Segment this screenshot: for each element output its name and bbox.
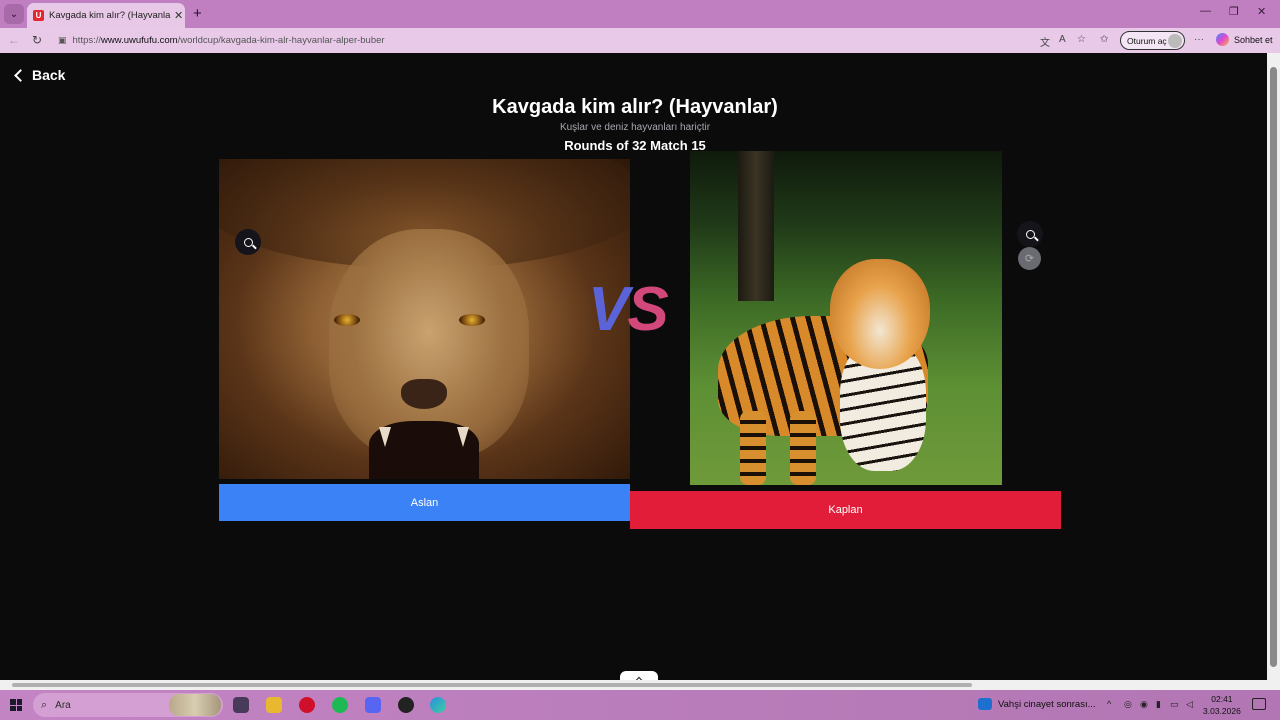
- lion-image[interactable]: [219, 159, 630, 479]
- spotify-icon[interactable]: [332, 697, 348, 713]
- lion-eye-right: [459, 314, 485, 326]
- notification-icon[interactable]: [1252, 698, 1266, 710]
- tiger-image[interactable]: [690, 151, 1002, 485]
- sign-in-label: Oturum aç: [1127, 35, 1167, 46]
- sign-in-button[interactable]: Oturum aç: [1120, 31, 1185, 50]
- favorites-icon[interactable]: ✩: [1100, 34, 1108, 45]
- tree-trunk: [738, 151, 774, 301]
- chevron-left-icon: [14, 68, 27, 82]
- back-label: Back: [32, 67, 66, 83]
- url-field[interactable]: ▣ https://www.uwufufu.com/worldcup/kavga…: [52, 31, 1112, 50]
- more-options-icon[interactable]: ···: [1194, 34, 1204, 45]
- url-host: www.uwufufu.com: [101, 35, 178, 46]
- horizontal-scroll-thumb[interactable]: [12, 683, 972, 687]
- network-icon[interactable]: ▭: [1170, 699, 1179, 710]
- tray-app-icon[interactable]: ◎: [1124, 699, 1132, 710]
- tab-bar: ⌄ U Kavgada kim alır? (Hayvanlar) | Uw ✕…: [0, 0, 1280, 28]
- news-widget[interactable]: Vahşi cinayet sonrası...: [978, 698, 1096, 710]
- minimize-icon[interactable]: —: [1200, 5, 1211, 17]
- discord-icon[interactable]: [365, 697, 381, 713]
- tray-chevron-icon[interactable]: ^: [1107, 699, 1111, 709]
- avatar-icon: [1168, 34, 1182, 48]
- zoom-left-icon[interactable]: [235, 229, 261, 255]
- refresh-icon[interactable]: ⟳: [1018, 247, 1041, 270]
- vertical-scrollbar[interactable]: [1267, 53, 1280, 685]
- tab-actions-menu-icon[interactable]: ⌄: [4, 4, 24, 24]
- tab-title: Kavgada kim alır? (Hayvanlar) | Uw: [49, 10, 171, 21]
- tab-close-icon[interactable]: ✕: [174, 9, 183, 22]
- copilot-label: Sohbet et: [1234, 34, 1273, 45]
- lion-fang-right: [457, 427, 469, 447]
- news-icon: [978, 698, 992, 710]
- vs-letter-v: V: [588, 275, 629, 344]
- reload-icon[interactable]: ↻: [32, 33, 42, 47]
- copilot-icon: [1216, 33, 1229, 46]
- page-content: Back Kavgada kim alır? (Hayvanlar) Kuşla…: [0, 53, 1267, 685]
- address-bar-row: ← ↻ ▣ https://www.uwufufu.com/worldcup/k…: [0, 28, 1280, 53]
- lion-fang-left: [379, 427, 391, 447]
- zoom-right-icon[interactable]: [1017, 221, 1043, 247]
- new-tab-icon[interactable]: +: [193, 5, 202, 22]
- url-path: /worldcup/kavgada-kim-alr-hayvanlar-alpe…: [177, 35, 385, 46]
- back-nav-icon[interactable]: ←: [8, 33, 20, 47]
- microphone-icon[interactable]: ▮: [1156, 699, 1161, 710]
- search-icon: ⌕: [41, 698, 48, 711]
- back-button[interactable]: Back: [14, 67, 66, 83]
- opera-icon[interactable]: [299, 697, 315, 713]
- tiger-leg: [740, 411, 766, 485]
- file-explorer-icon[interactable]: [266, 697, 282, 713]
- choose-right-button[interactable]: Kaplan: [630, 491, 1061, 529]
- obs-icon[interactable]: [398, 697, 414, 713]
- vertical-scroll-thumb[interactable]: [1270, 67, 1277, 667]
- start-icon[interactable]: [10, 699, 22, 711]
- favorite-star-icon[interactable]: ☆: [1077, 34, 1086, 45]
- browser-tab-active[interactable]: U Kavgada kim alır? (Hayvanlar) | Uw ✕: [27, 3, 185, 28]
- volume-icon[interactable]: ◁: [1186, 699, 1193, 710]
- task-view-icon[interactable]: [233, 697, 249, 713]
- site-info-icon[interactable]: ▣: [58, 35, 67, 46]
- choose-left-button[interactable]: Aslan: [219, 484, 630, 521]
- window-close-icon[interactable]: ✕: [1257, 5, 1266, 18]
- versus-label: VS: [588, 279, 669, 341]
- tray-app-icon[interactable]: ◉: [1140, 699, 1148, 710]
- clock[interactable]: 02:41 3.03.2026: [1203, 693, 1241, 717]
- round-info: Rounds of 32 Match 15: [564, 138, 706, 153]
- search-highlight-image: [169, 694, 221, 716]
- edge-icon[interactable]: [430, 697, 446, 713]
- clock-time: 02:41: [1211, 694, 1233, 704]
- page-title: Kavgada kim alır? (Hayvanlar): [492, 96, 778, 118]
- page-subtitle: Kuşlar ve deniz hayvanları hariçtir: [559, 122, 711, 133]
- lion-eye-left: [334, 314, 360, 326]
- site-favicon-icon: U: [33, 10, 44, 21]
- maximize-icon[interactable]: ❐: [1229, 5, 1239, 18]
- vs-letter-s: S: [627, 275, 668, 344]
- translate-icon[interactable]: 文: [1040, 34, 1050, 49]
- news-text: Vahşi cinayet sonrası...: [998, 698, 1096, 710]
- copilot-button[interactable]: Sohbet et: [1216, 33, 1273, 46]
- clock-date: 3.03.2026: [1203, 706, 1241, 716]
- taskbar-search[interactable]: ⌕ Ara: [33, 693, 223, 717]
- taskbar: ⌕ Ara Vahşi cinayet sonrası... ^ ◎ ◉ ▮ ▭…: [0, 690, 1280, 720]
- lion-nose: [401, 379, 447, 409]
- url-prefix: https://: [72, 35, 102, 46]
- horizontal-scrollbar[interactable]: [0, 680, 1280, 690]
- taskbar-search-label: Ara: [55, 699, 71, 711]
- tiger-leg: [790, 411, 816, 485]
- read-aloud-icon[interactable]: A: [1059, 34, 1066, 45]
- tiger-head: [830, 259, 930, 369]
